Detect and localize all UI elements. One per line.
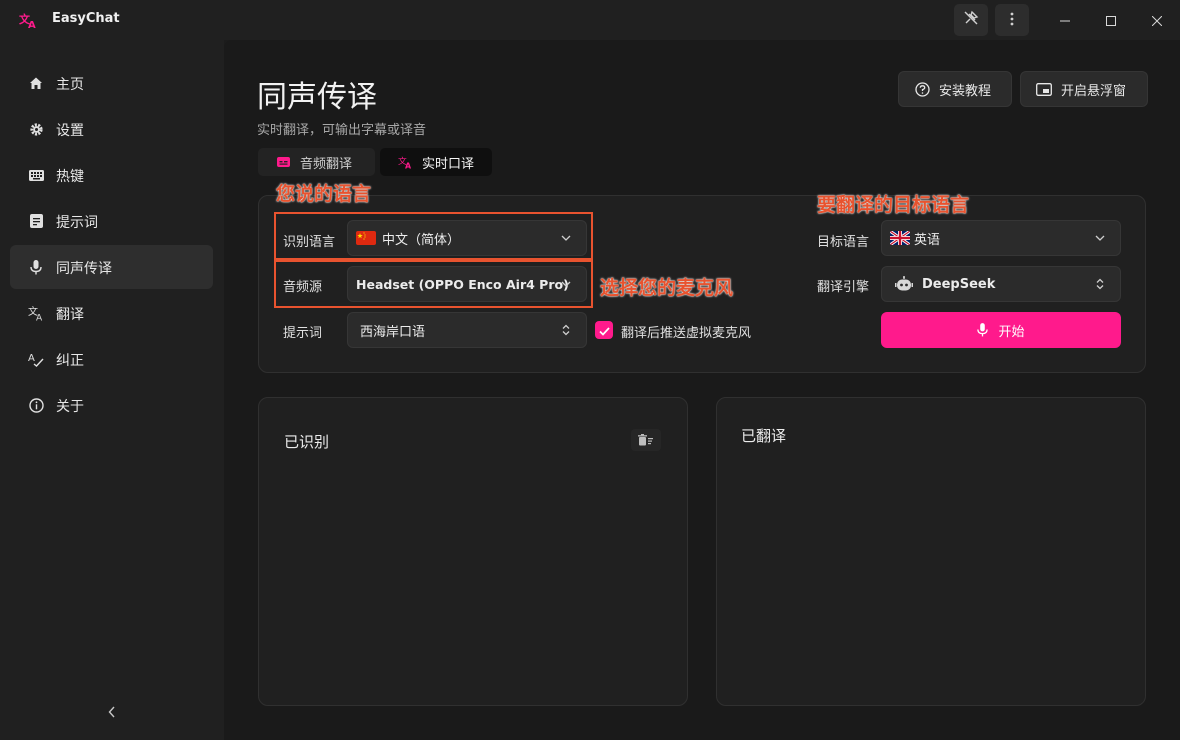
page-subtitle: 实时翻译，可输出字幕或译音 bbox=[257, 123, 427, 138]
sidebar-item-label: 纠正 bbox=[56, 353, 84, 369]
app-logo-icon: 文A bbox=[18, 10, 38, 31]
chevron-down-icon bbox=[1094, 232, 1106, 244]
svg-text:A: A bbox=[28, 20, 36, 30]
sidebar-item-hotkeys[interactable]: 热键 bbox=[10, 153, 213, 197]
translate-icon: 文A bbox=[398, 155, 412, 170]
clear-recognized-button[interactable] bbox=[631, 429, 661, 451]
minimize-button[interactable] bbox=[1042, 0, 1088, 40]
sidebar-item-label: 热键 bbox=[56, 169, 84, 185]
tab-realtime-interpretation[interactable]: 文A 实时口译 bbox=[380, 148, 492, 176]
svg-text:A: A bbox=[36, 314, 43, 322]
target-language-select[interactable]: 英语 bbox=[881, 220, 1121, 256]
target-language-value: 英语 bbox=[914, 232, 941, 248]
sidebar-item-translate[interactable]: 文A 翻译 bbox=[10, 291, 213, 335]
more-vertical-icon bbox=[1010, 11, 1014, 30]
picture-in-picture-icon bbox=[1036, 81, 1052, 97]
prompt-select[interactable]: 西海岸口语 bbox=[347, 312, 587, 348]
annotation-your-language: 您说的语言 bbox=[276, 183, 372, 205]
translate-icon: 文A bbox=[28, 305, 44, 321]
sidebar-item-label: 设置 bbox=[56, 123, 84, 139]
gear-icon bbox=[28, 121, 44, 137]
svg-text:A: A bbox=[405, 162, 412, 170]
uk-flag-icon bbox=[890, 231, 910, 245]
microphone-icon bbox=[28, 259, 44, 275]
page-title: 同声传译 bbox=[257, 80, 377, 115]
microphone-icon bbox=[977, 323, 989, 337]
target-language-label: 目标语言 bbox=[817, 235, 870, 250]
translation-engine-select[interactable]: DeepSeek bbox=[881, 266, 1121, 302]
maximize-icon bbox=[1106, 11, 1116, 30]
start-button-label: 开始 bbox=[998, 324, 1025, 340]
translated-title: 已翻译 bbox=[741, 427, 787, 445]
tab-label: 音频翻译 bbox=[300, 156, 353, 172]
install-tutorial-button[interactable]: 安装教程 bbox=[898, 71, 1012, 107]
help-circle-icon bbox=[914, 81, 930, 97]
push-virtual-mic-checkbox[interactable] bbox=[595, 321, 613, 339]
chevron-up-down-icon bbox=[1094, 278, 1106, 290]
float-window-label: 开启悬浮窗 bbox=[1061, 83, 1127, 99]
annotation-box-microphone bbox=[274, 260, 593, 308]
title-bar: 文A EasyChat bbox=[0, 0, 1180, 40]
tab-audio-translation[interactable]: 音频翻译 bbox=[258, 148, 375, 176]
document-icon bbox=[28, 213, 44, 229]
sidebar-item-label: 主页 bbox=[56, 77, 84, 93]
prompt-value: 西海岸口语 bbox=[360, 324, 426, 340]
sidebar-item-label: 翻译 bbox=[56, 307, 84, 323]
subtitles-icon bbox=[276, 155, 290, 169]
more-menu-button[interactable] bbox=[995, 4, 1029, 36]
clear-all-icon bbox=[638, 431, 654, 450]
svg-text:A: A bbox=[28, 353, 35, 364]
sidebar-item-correct[interactable]: A 纠正 bbox=[10, 337, 213, 381]
annotation-box-language bbox=[274, 212, 593, 260]
app-name: EasyChat bbox=[52, 11, 120, 26]
tab-label: 实时口译 bbox=[422, 156, 475, 172]
translation-engine-value: DeepSeek bbox=[922, 276, 996, 292]
translation-engine-label: 翻译引擎 bbox=[817, 280, 870, 295]
sidebar-item-label: 提示词 bbox=[56, 215, 98, 231]
float-window-button[interactable]: 开启悬浮窗 bbox=[1020, 71, 1148, 107]
chevron-up-down-icon bbox=[560, 324, 572, 336]
checkmark-icon bbox=[598, 321, 610, 340]
close-button[interactable] bbox=[1134, 0, 1180, 40]
recognized-title: 已识别 bbox=[284, 433, 330, 451]
annotation-target-language: 要翻译的目标语言 bbox=[817, 194, 970, 216]
sidebar-item-label: 同声传译 bbox=[56, 261, 112, 277]
sidebar-item-label: 关于 bbox=[56, 399, 84, 415]
collapse-sidebar-button[interactable] bbox=[102, 702, 122, 722]
pin-off-icon bbox=[963, 10, 979, 30]
prompt-label: 提示词 bbox=[283, 326, 323, 341]
start-button[interactable]: 开始 bbox=[881, 312, 1121, 348]
chevron-left-icon bbox=[108, 703, 116, 722]
sidebar-item-settings[interactable]: 设置 bbox=[10, 107, 213, 151]
minimize-icon bbox=[1060, 11, 1070, 30]
pin-off-button[interactable] bbox=[954, 4, 988, 36]
install-tutorial-label: 安装教程 bbox=[939, 83, 992, 99]
sidebar-item-simultaneous-interpretation[interactable]: 同声传译 bbox=[10, 245, 213, 289]
sidebar-item-prompts[interactable]: 提示词 bbox=[10, 199, 213, 243]
spellcheck-icon: A bbox=[28, 351, 44, 367]
sidebar-item-about[interactable]: 关于 bbox=[10, 383, 213, 427]
push-virtual-mic-label: 翻译后推送虚拟麦克风 bbox=[621, 326, 752, 341]
maximize-button[interactable] bbox=[1088, 0, 1134, 40]
annotation-select-mic: 选择您的麦克风 bbox=[600, 277, 734, 299]
sidebar-item-home[interactable]: 主页 bbox=[10, 61, 213, 105]
close-icon bbox=[1151, 11, 1163, 30]
info-icon bbox=[28, 397, 44, 413]
robot-icon bbox=[895, 276, 913, 292]
home-icon bbox=[28, 75, 44, 91]
keyboard-icon bbox=[28, 167, 44, 183]
sidebar: 主页 设置 热键 提示词 同声传译 文A 翻译 A 纠正 关于 bbox=[0, 40, 224, 740]
